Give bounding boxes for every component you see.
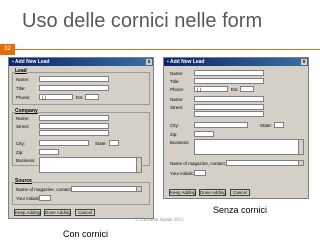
business-textarea[interactable] [194, 139, 304, 155]
phone-area-separator: ( ) [42, 95, 47, 100]
company-name-input[interactable] [39, 115, 109, 121]
lead-ext-input[interactable] [85, 94, 99, 100]
caption-without-frames: Senza cornici [213, 205, 268, 215]
city-label: City: [16, 141, 25, 146]
state-label: State: [95, 141, 107, 146]
dialog-title: Add New Lead [14, 59, 50, 65]
lead-title-input[interactable] [39, 85, 109, 91]
cancel-button[interactable]: Cancel [75, 209, 95, 216]
lead-name-input[interactable] [39, 76, 109, 82]
source-name-input[interactable] [226, 160, 304, 166]
phone-area-separator: ( ) [197, 87, 202, 92]
ext-label: Ext. [231, 87, 239, 92]
street-label: Street: [170, 105, 184, 110]
name-label: Name: [170, 71, 184, 76]
city-input[interactable] [194, 122, 248, 128]
keep-adding-button[interactable]: Keep Adding [169, 189, 196, 196]
lead-section-label: Lead [15, 68, 27, 74]
lead-phone-input[interactable]: ( ) [39, 94, 73, 100]
zip-input[interactable] [39, 149, 59, 155]
dialog-titlebar: ▪ Add New Lead x [9, 58, 153, 66]
lead-title-input[interactable] [194, 78, 264, 84]
title-rule [15, 49, 320, 50]
company-section-label: Company [15, 108, 38, 114]
zip-label: Zip: [170, 132, 178, 137]
city-label: City: [170, 123, 179, 128]
initials-input[interactable] [194, 170, 206, 176]
close-icon[interactable]: x [301, 59, 307, 65]
source-scrollbar[interactable] [136, 187, 141, 191]
source-scrollbar[interactable] [298, 161, 303, 165]
business-scrollbar[interactable] [136, 158, 141, 172]
lead-name-input[interactable] [194, 70, 264, 76]
company-name-label: Name: [16, 116, 30, 121]
city-input[interactable] [39, 140, 89, 146]
done-adding-button[interactable]: Done Adding [199, 189, 226, 196]
company-name-input[interactable] [194, 96, 264, 102]
cancel-button[interactable]: Cancel [230, 189, 250, 196]
caption-with-frames: Con cornici [63, 229, 109, 239]
ext-label: Ext. [76, 95, 84, 100]
dialog-title: Add New Lead [169, 59, 205, 65]
street-label: Street: [16, 124, 30, 129]
business-label: Business: [16, 158, 36, 163]
lead-phone-input[interactable]: ( ) [194, 86, 228, 92]
source-name-input[interactable] [71, 186, 142, 192]
street-input-2[interactable] [39, 130, 109, 136]
state-label: State: [260, 123, 272, 128]
dialog-with-frames: ▪ Add New Lead x Lead Name: Title: Phone… [8, 57, 154, 219]
close-icon[interactable]: x [146, 59, 152, 65]
street-input-2[interactable] [194, 111, 264, 117]
slide-number: 32 [0, 44, 15, 55]
dialog-without-frames: ▪ Add New Lead x Name: Title: Phone: ( )… [163, 57, 309, 199]
footer-copyright: © Giovanni Aprile 2015 [135, 218, 184, 223]
state-input[interactable] [274, 122, 284, 128]
slide-title: Uso delle cornici nelle form [22, 10, 263, 32]
business-textarea[interactable] [39, 157, 142, 173]
zip-input[interactable] [194, 131, 214, 137]
business-scrollbar[interactable] [298, 140, 303, 154]
phone-label: Phone: [170, 87, 185, 92]
initials-label: Your initials: [16, 196, 41, 201]
state-input[interactable] [109, 140, 119, 146]
business-label: Business: [170, 140, 190, 145]
initials-label: Your initials: [170, 171, 195, 176]
done-adding-button[interactable]: Done Adding [44, 209, 71, 216]
keep-adding-button[interactable]: Keep Adding [14, 209, 41, 216]
dialog-titlebar: ▪ Add New Lead x [164, 58, 308, 66]
source-section-label: Source [15, 178, 32, 184]
street-input[interactable] [39, 123, 109, 129]
lead-ext-input[interactable] [240, 86, 254, 92]
company-name-label: Name: [170, 97, 184, 102]
phone-label: Phone: [16, 95, 31, 100]
name-label: Name: [16, 77, 30, 82]
zip-label: Zip: [16, 150, 24, 155]
initials-input[interactable] [39, 195, 51, 201]
title-label: Title: [16, 86, 26, 91]
title-label: Title: [170, 79, 180, 84]
street-input[interactable] [194, 104, 264, 110]
